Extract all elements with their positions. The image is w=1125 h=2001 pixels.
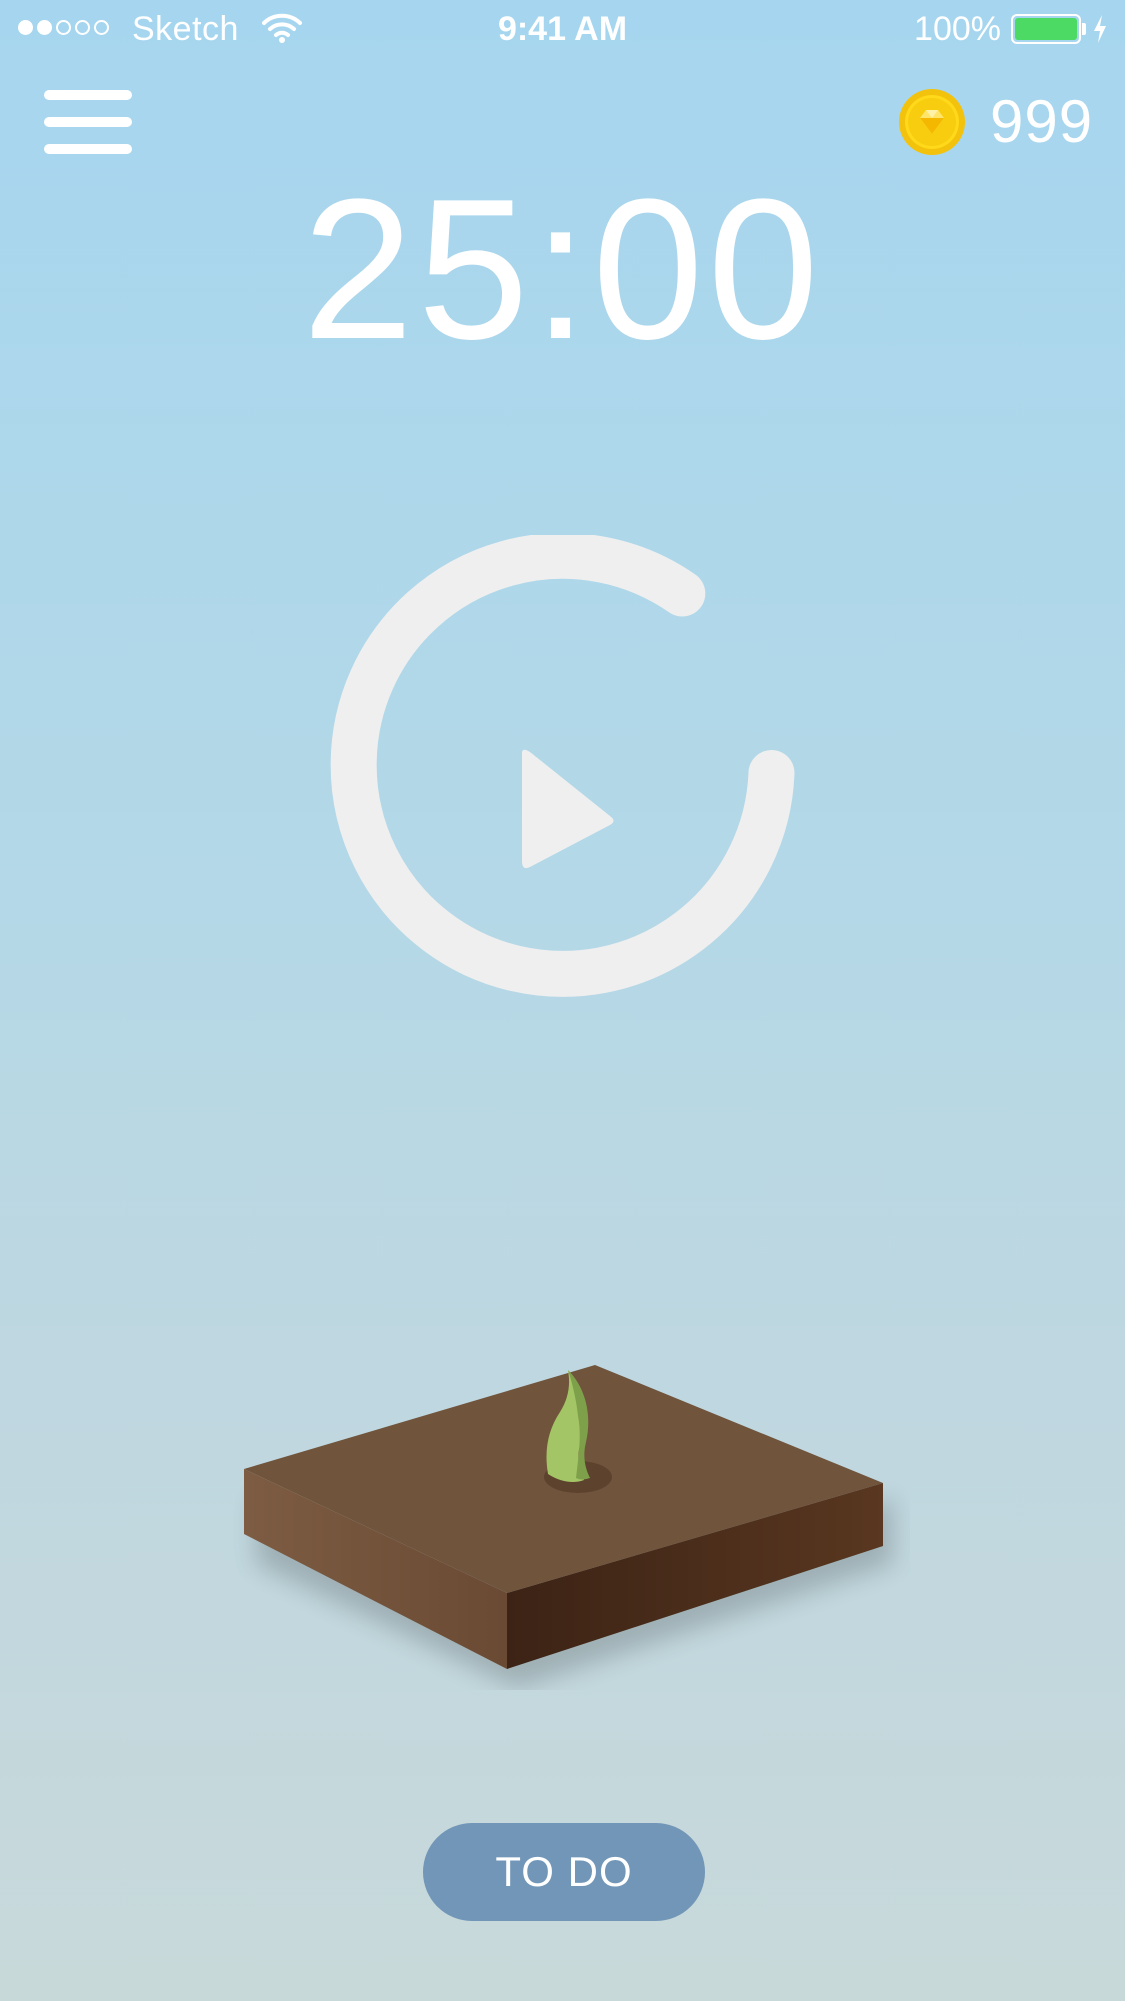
- battery-percent: 100%: [914, 10, 1001, 48]
- battery-cap: [1082, 23, 1086, 35]
- status-bar: Sketch 9:41 AM 100%: [0, 0, 1125, 62]
- menu-bar: [44, 90, 132, 100]
- menu-bar: [44, 117, 132, 127]
- charging-bolt-icon: [1094, 15, 1106, 43]
- progress-ring: [330, 535, 795, 997]
- battery-icon: [1011, 14, 1081, 44]
- play-icon: [522, 749, 614, 869]
- battery-level-fill: [1015, 18, 1077, 40]
- timer-display: 25:00: [302, 158, 823, 381]
- soil-block: [244, 1365, 893, 1689]
- menu-bar: [44, 144, 132, 154]
- todo-button[interactable]: TO DO: [423, 1823, 705, 1921]
- coin-icon[interactable]: [898, 88, 966, 156]
- play-button[interactable]: [320, 535, 805, 1020]
- coin-count: 999: [990, 88, 1094, 155]
- hamburger-menu-icon[interactable]: [44, 88, 132, 156]
